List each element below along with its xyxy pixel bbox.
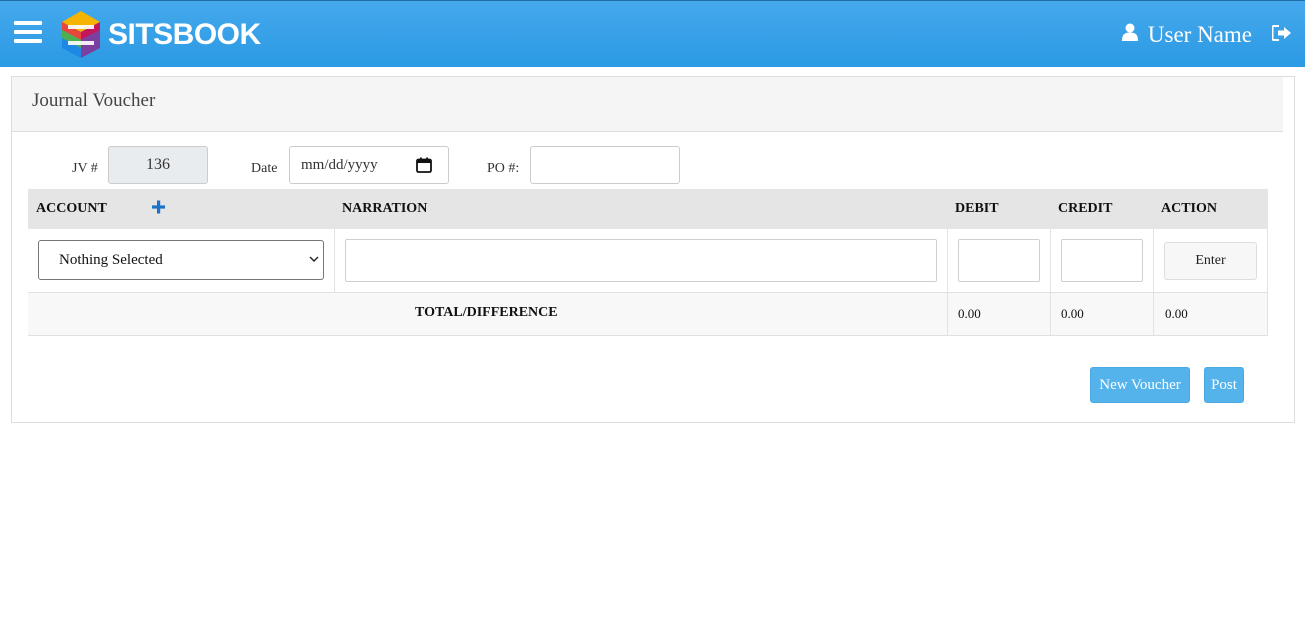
- logout-icon[interactable]: [1272, 24, 1292, 41]
- total-credit-value: 0.00: [1061, 306, 1084, 321]
- account-select[interactable]: Nothing Selected: [38, 240, 324, 280]
- calendar-icon[interactable]: [416, 157, 432, 173]
- user-name-link[interactable]: User Name: [1148, 22, 1252, 48]
- totals-row: TOTAL/DIFFERENCE 0.00 0.00 0.00: [28, 293, 1268, 336]
- column-divider: [1267, 293, 1268, 335]
- column-divider: [1153, 229, 1154, 292]
- difference-value: 0.00: [1165, 306, 1188, 321]
- narration-field[interactable]: [345, 239, 937, 282]
- total-debit-value: 0.00: [958, 306, 981, 321]
- journal-voucher-panel: Journal Voucher JV # 136 Date mm/dd/yyyy…: [11, 76, 1295, 423]
- jv-number-field[interactable]: 136: [108, 146, 208, 184]
- journal-entries-table: ACCOUNT NARRATION DEBIT CREDIT ACTION No…: [28, 189, 1268, 336]
- column-header-credit: CREDIT: [1058, 201, 1113, 216]
- date-placeholder: mm/dd/yyyy: [301, 157, 378, 173]
- column-header-account: ACCOUNT: [36, 201, 107, 216]
- table-header: ACCOUNT NARRATION DEBIT CREDIT ACTION: [28, 189, 1268, 229]
- column-header-debit: DEBIT: [955, 201, 999, 216]
- column-divider: [1050, 293, 1051, 335]
- page-title: Journal Voucher: [12, 77, 1283, 132]
- chevron-down-icon: [309, 256, 319, 262]
- total-difference-label: TOTAL/DIFFERENCE: [415, 305, 558, 320]
- voucher-header-form: JV # 136 Date mm/dd/yyyy PO #:: [12, 146, 1294, 186]
- account-select-value: Nothing Selected: [59, 252, 163, 268]
- credit-field[interactable]: [1061, 239, 1143, 282]
- table-row: Nothing Selected Enter: [28, 229, 1268, 293]
- date-label: Date: [251, 161, 278, 176]
- jv-number-label: JV #: [72, 161, 98, 176]
- user-area: User Name: [1121, 1, 1305, 68]
- column-divider: [947, 229, 948, 292]
- brand-name: SITSBOOK: [108, 18, 261, 51]
- new-voucher-button[interactable]: New Voucher: [1090, 367, 1190, 403]
- hamburger-icon[interactable]: [14, 21, 42, 45]
- po-number-label: PO #:: [487, 161, 520, 176]
- post-button[interactable]: Post: [1204, 367, 1244, 403]
- column-header-narration: NARRATION: [342, 201, 428, 216]
- column-divider: [1153, 293, 1154, 335]
- sitsbook-logo-icon: [62, 11, 100, 58]
- date-field[interactable]: mm/dd/yyyy: [289, 146, 449, 184]
- column-divider: [1050, 229, 1051, 292]
- user-icon: [1121, 23, 1138, 41]
- column-divider: [334, 229, 335, 292]
- debit-field[interactable]: [958, 239, 1040, 282]
- add-account-plus-icon[interactable]: [152, 200, 165, 214]
- column-divider: [947, 293, 948, 335]
- top-navbar: SITSBOOK User Name: [0, 0, 1305, 67]
- column-divider: [1267, 229, 1268, 292]
- enter-button[interactable]: Enter: [1164, 242, 1257, 280]
- po-number-field[interactable]: [530, 146, 680, 184]
- column-header-action: ACTION: [1161, 201, 1218, 216]
- brand-logo[interactable]: SITSBOOK: [60, 10, 261, 60]
